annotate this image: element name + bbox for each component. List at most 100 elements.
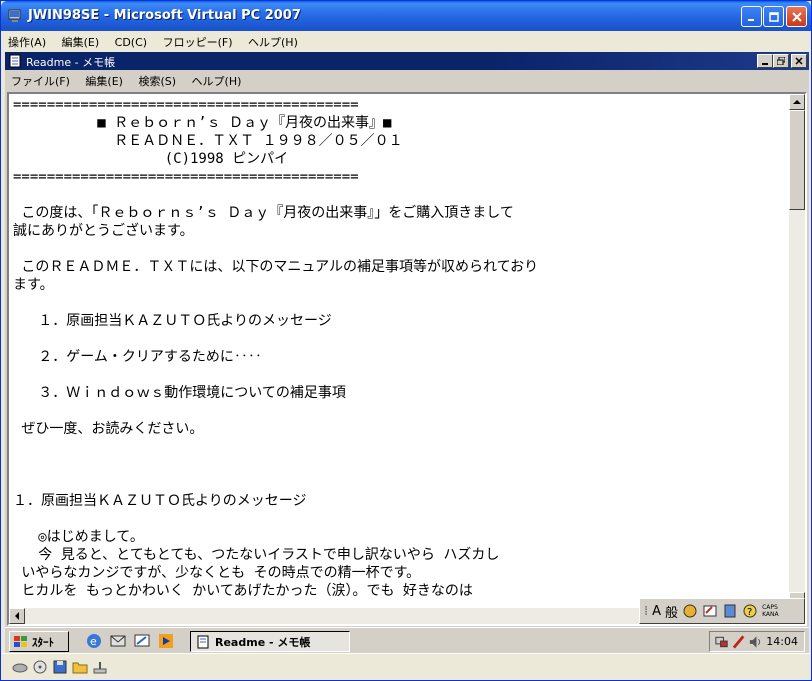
taskbar-item-readme[interactable]: Readme - メモ帳 <box>190 631 350 652</box>
menu-action[interactable]: 操作(A) <box>2 31 52 50</box>
scroll-thumb[interactable] <box>789 110 805 210</box>
scroll-up-button[interactable] <box>789 94 805 110</box>
minimize-button[interactable] <box>741 6 762 27</box>
notepad-edit-area[interactable]: ========================================… <box>7 92 807 626</box>
taskbar: ｽﾀｰﾄ e Readme - メモ帳 14:04 <box>5 627 809 653</box>
menu-edit[interactable]: 編集(E) <box>56 31 106 50</box>
ime-help-icon[interactable]: ? <box>742 603 758 619</box>
text-line: １．原画担当ＫＡＺＵＴＯ氏よりのメッセージ <box>13 313 332 329</box>
text-line: １．原画担当ＫＡＺＵＴＯ氏よりのメッセージ <box>13 493 307 509</box>
channels-icon[interactable] <box>157 632 175 650</box>
menu-edit[interactable]: 編集(E) <box>79 70 129 89</box>
menu-help[interactable]: ヘルプ(H) <box>242 31 304 50</box>
virtual-pc-icon <box>8 9 21 22</box>
text-line <box>13 456 785 474</box>
text-line <box>13 240 785 258</box>
vpc-status-bar <box>2 653 810 680</box>
maximize-button[interactable] <box>763 6 784 27</box>
svg-text:?: ? <box>747 607 752 618</box>
text-line: ます。 <box>13 277 54 293</box>
text-line: ＲＥＡＤＮＥ．ＴＸＴ １９９８／０５／０１ <box>13 133 403 149</box>
text-line: ========================================… <box>13 97 359 113</box>
ime-grip-icon: ⁞ <box>644 603 649 619</box>
floppy-drive-icon[interactable] <box>52 659 68 675</box>
menu-floppy[interactable]: フロッピー(F) <box>157 31 239 50</box>
minimize-icon <box>762 63 768 65</box>
text-line <box>13 294 785 312</box>
menu-file[interactable]: ファイル(F) <box>5 70 76 89</box>
notepad-menu-bar: ファイル(F) 編集(E) 検索(S) ヘルプ(H) <box>5 70 809 91</box>
network-adapter-icon[interactable] <box>92 659 108 675</box>
close-icon <box>795 57 803 65</box>
notepad-close-button[interactable] <box>791 54 807 68</box>
text-line: ２．ゲーム・クリアするために‥‥ <box>13 349 262 365</box>
notepad-title: Readme - メモ帳 <box>26 56 116 69</box>
guest-screen: Readme - メモ帳 ファイル(F) 編集(E) 検索(S) ヘルプ(H) … <box>5 52 809 653</box>
close-button[interactable] <box>786 6 807 27</box>
system-tray: 14:04 <box>709 631 805 652</box>
menu-cd[interactable]: CD(C) <box>109 33 153 49</box>
outlook-express-icon[interactable] <box>109 632 127 650</box>
text-line <box>13 402 785 420</box>
arrow-up-icon <box>793 100 801 104</box>
notepad-title-bar[interactable]: Readme - メモ帳 <box>5 52 809 70</box>
horizontal-scrollbar[interactable] <box>9 608 641 624</box>
vpc-title: JWIN98SE - Microsoft Virtual PC 2007 <box>28 8 301 23</box>
text-line: 誠にありがとうございます。 <box>13 223 194 239</box>
virtual-pc-window: JWIN98SE - Microsoft Virtual PC 2007 操作(… <box>0 0 812 681</box>
document-text[interactable]: ========================================… <box>13 96 785 604</box>
text-line: (C)1998 ピンパイ <box>13 151 289 167</box>
text-line <box>13 510 785 528</box>
text-line <box>13 186 785 204</box>
text-line: ぜひ一度、お読みください。 <box>13 421 204 437</box>
ime-kanji-mode[interactable]: 般 <box>665 602 678 621</box>
caps-kana-indicator: CAPS KANA <box>762 604 779 618</box>
cd-drive-icon[interactable] <box>32 659 48 675</box>
ie-icon[interactable]: e <box>85 632 103 650</box>
network-icon[interactable] <box>714 634 729 650</box>
ime-conversion-icon[interactable] <box>682 603 698 619</box>
ime-toolbar: ⁞ A 般 ? CAPS KANA <box>639 598 805 624</box>
text-line: ■ Ｒｅｂｏｒｎ’ｓ Ｄａｙ『月夜の出来事』■ <box>13 115 392 131</box>
ime-mode[interactable]: A <box>652 604 661 619</box>
ime-dictionary-icon[interactable] <box>722 603 738 619</box>
clock[interactable]: 14:04 <box>766 635 798 648</box>
menu-search[interactable]: 検索(S) <box>132 70 182 89</box>
text-line <box>13 474 785 492</box>
svg-text:e: e <box>90 635 97 648</box>
menu-help[interactable]: ヘルプ(H) <box>186 70 248 89</box>
volume-icon[interactable] <box>748 634 763 650</box>
text-line <box>13 438 785 456</box>
text-line: 今 見ると、とてもとても、つたないイラストで申し訳ないやら ハズカし <box>13 547 500 563</box>
vpc-title-bar[interactable]: JWIN98SE - Microsoft Virtual PC 2007 <box>1 1 811 31</box>
text-line <box>13 330 785 348</box>
pen-icon[interactable] <box>732 634 745 650</box>
caps-label: CAPS <box>762 604 778 611</box>
minimize-icon <box>747 18 754 21</box>
text-line: このＲＥＡＤＭＥ．ＴＸＴには、以下のマニュアルの補足事項等が収められており <box>13 259 539 275</box>
vpc-menu-bar: 操作(A) 編集(E) CD(C) フロッピー(F) ヘルプ(H) <box>2 31 810 51</box>
notepad-restore-button[interactable] <box>773 54 789 68</box>
text-line: いやらなカンジですが、少なくとも その時点での精一杯です。 <box>13 565 421 581</box>
maximize-icon <box>768 11 779 22</box>
taskbar-item-label: Readme - メモ帳 <box>215 635 311 649</box>
show-desktop-icon[interactable] <box>133 632 151 650</box>
restore-icon <box>777 57 785 65</box>
notepad-icon <box>9 54 21 68</box>
notepad-icon <box>197 635 209 648</box>
text-line: この度は、「Ｒｅｂｏｒｎｓ’ｓ Ｄａｙ『月夜の出来事』」をご購入頂きまして <box>13 205 514 221</box>
text-line: ========================================… <box>13 169 359 185</box>
scroll-left-button[interactable] <box>9 608 25 624</box>
ime-pad-icon[interactable] <box>702 603 718 619</box>
close-icon <box>791 11 802 22</box>
start-label: ｽﾀｰﾄ <box>32 635 54 649</box>
vertical-scrollbar[interactable] <box>789 94 805 608</box>
shared-folder-icon[interactable] <box>72 659 88 675</box>
windows-logo-icon <box>14 635 27 647</box>
start-button[interactable]: ｽﾀｰﾄ <box>9 631 69 652</box>
notepad-minimize-button[interactable] <box>757 54 773 68</box>
kana-label: KANA <box>762 611 779 618</box>
text-line <box>13 366 785 384</box>
arrow-left-icon <box>15 612 19 620</box>
disk-drive-icon[interactable] <box>12 659 28 675</box>
